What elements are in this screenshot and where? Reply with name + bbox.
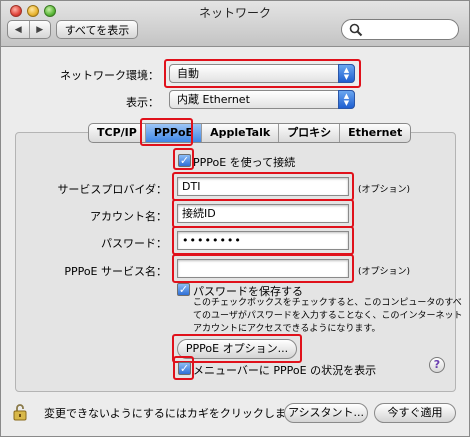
- service-provider-label: サービスプロバイダ：: [57, 183, 167, 196]
- title-bar: ネットワーク ◀ ▶ すべてを表示: [1, 1, 469, 47]
- highlight-frame: [172, 172, 354, 201]
- save-password-description: このチェックボックスをチェックすると、このコンピュータのすべてのユーザがパスワー…: [193, 298, 463, 334]
- highlight-frame: [172, 226, 354, 255]
- password-label: パスワード：: [101, 237, 167, 250]
- service-name-hint: (オプション): [358, 267, 411, 277]
- tab-ethernet[interactable]: Ethernet: [340, 124, 410, 142]
- use-pppoe-label: PPPoE を使って接続: [193, 156, 296, 169]
- tab-tcpip[interactable]: TCP/IP: [89, 124, 146, 142]
- highlight-frame: [173, 356, 194, 380]
- highlight-frame: [172, 254, 354, 283]
- assistant-button[interactable]: アシスタント...: [284, 403, 368, 423]
- search-input[interactable]: [364, 22, 452, 37]
- popup-arrows-icon: ▲ ▼: [338, 90, 355, 109]
- highlight-frame: [172, 199, 354, 228]
- show-all-button[interactable]: すべてを表示: [56, 20, 138, 39]
- forward-arrow-icon[interactable]: ▶: [30, 21, 51, 38]
- tab-proxy[interactable]: プロキシ: [279, 124, 341, 142]
- search-icon: [349, 23, 363, 37]
- service-name-label: PPPoE サービス名：: [64, 265, 167, 278]
- show-label: 表示：: [126, 96, 159, 109]
- lock-hint-text: 変更できないようにするにはカギをクリックします。: [44, 407, 307, 420]
- back-forward-control: ◀ ▶: [7, 20, 51, 39]
- search-field[interactable]: [341, 19, 459, 40]
- back-arrow-icon[interactable]: ◀: [8, 21, 30, 38]
- highlight-frame: [140, 118, 193, 146]
- apply-now-button[interactable]: 今すぐ適用: [374, 403, 456, 423]
- help-button[interactable]: ?: [429, 357, 445, 373]
- service-provider-hint: (オプション): [358, 185, 411, 195]
- show-value: 内蔵 Ethernet: [177, 93, 250, 106]
- highlight-frame: [164, 59, 361, 88]
- highlight-frame: [173, 148, 194, 170]
- account-name-label: アカウント名：: [90, 210, 167, 223]
- save-password-checkbox[interactable]: ✓: [177, 283, 190, 296]
- network-preferences-window: ネットワーク ◀ ▶ すべてを表示 ネットワーク環境： 自動 ▲ ▼ 表示： 内蔵…: [0, 0, 470, 437]
- tab-bar: TCP/IP PPPoE AppleTalk プロキシ Ethernet: [88, 123, 412, 143]
- tab-appletalk[interactable]: AppleTalk: [202, 124, 280, 142]
- lock-icon[interactable]: [13, 403, 27, 421]
- show-popup[interactable]: 内蔵 Ethernet ▲ ▼: [169, 90, 355, 109]
- menubar-status-label: メニューバーに PPPoE の状況を表示: [193, 364, 377, 377]
- location-label: ネットワーク環境：: [60, 69, 159, 82]
